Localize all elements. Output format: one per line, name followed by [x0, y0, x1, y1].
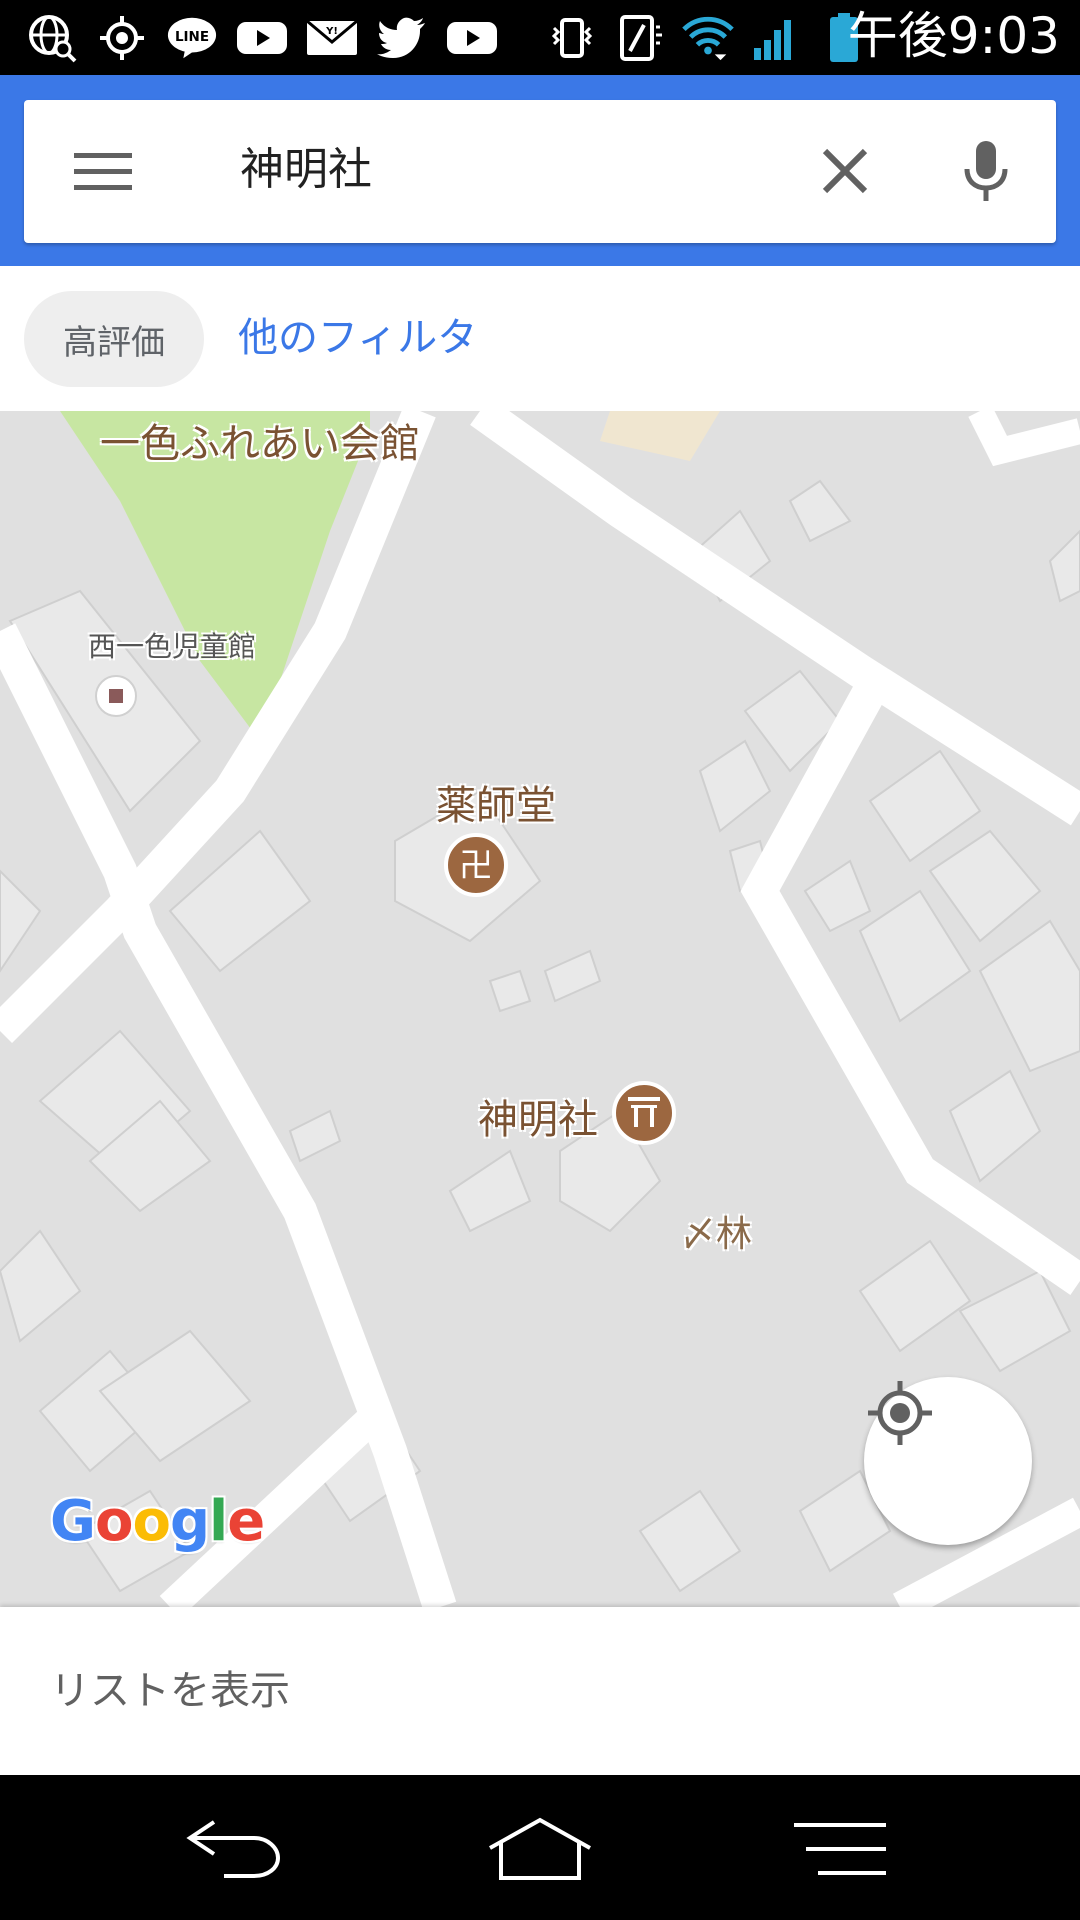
twitter-icon — [376, 16, 428, 60]
system-nav-bar — [0, 1775, 1080, 1920]
search-header: 神明社 — [0, 75, 1080, 266]
shrine-pin[interactable] — [612, 1081, 676, 1145]
menu-icon — [794, 1823, 886, 1875]
yahoo-mail-icon: Y! — [306, 16, 358, 60]
results-sheet[interactable]: リストを表示 — [0, 1607, 1080, 1775]
more-filters-link[interactable]: 他のフィルタ — [238, 306, 477, 370]
close-icon — [822, 148, 868, 194]
temple-pin[interactable]: 卍 — [444, 833, 508, 897]
back-icon — [186, 1820, 281, 1878]
system-icons — [546, 12, 870, 64]
map-label-children-center: 西一色児童館 — [88, 630, 257, 663]
home-icon — [489, 1817, 591, 1880]
location-target-icon — [96, 16, 148, 60]
show-list-button[interactable]: リストを表示 — [50, 1659, 290, 1723]
top-rated-chip[interactable]: 高評価 — [24, 291, 204, 387]
back-button[interactable] — [174, 1809, 294, 1889]
clear-search-button[interactable] — [814, 140, 876, 202]
youtube-icon — [446, 16, 498, 60]
map-label-hall: 一色ふれあい会館 — [100, 421, 420, 467]
nfc-icon — [614, 15, 666, 61]
wifi-icon — [682, 16, 734, 61]
filter-bar: 高評価 他のフィルタ — [0, 266, 1080, 413]
status-time: 午後9:03 — [847, 7, 1060, 65]
vibrate-icon — [546, 16, 598, 60]
signal-icon — [750, 16, 802, 60]
forest-label-text: 林 — [716, 1214, 753, 1255]
hamburger-icon — [74, 153, 132, 190]
map-view[interactable]: 卍 一色ふれあい会館 西一色児童館 薬師堂 神明社 〆林 Google — [0, 411, 1080, 1607]
forest-icon: 〆 — [680, 1214, 717, 1255]
my-location-button[interactable] — [864, 1377, 1032, 1545]
globe-search-icon — [26, 15, 78, 63]
status-bar: LINE Y! 午後9:03 — [0, 0, 1080, 75]
map-label-forest: 〆林 — [680, 1205, 752, 1257]
line-app-icon: LINE — [166, 16, 218, 60]
svg-text:Y!: Y! — [325, 26, 338, 37]
menu-button[interactable] — [74, 142, 132, 200]
map-label-temple[interactable]: 薬師堂 — [436, 773, 556, 831]
notification-icons: LINE Y! — [26, 12, 498, 64]
search-box[interactable]: 神明社 — [24, 100, 1056, 243]
youtube-icon — [236, 16, 288, 60]
map-label-shrine[interactable]: 神明社 — [478, 1087, 598, 1145]
home-button[interactable] — [480, 1809, 600, 1889]
search-input[interactable]: 神明社 — [240, 138, 372, 202]
mic-icon — [964, 141, 1008, 201]
my-location-icon — [868, 1381, 932, 1445]
voice-search-button[interactable] — [954, 136, 1018, 208]
google-logo: Google — [50, 1489, 265, 1554]
menu-button-nav[interactable] — [780, 1809, 900, 1889]
svg-text:卍: 卍 — [459, 846, 493, 886]
svg-text:LINE: LINE — [175, 29, 209, 45]
children-center-pin[interactable] — [95, 675, 137, 717]
